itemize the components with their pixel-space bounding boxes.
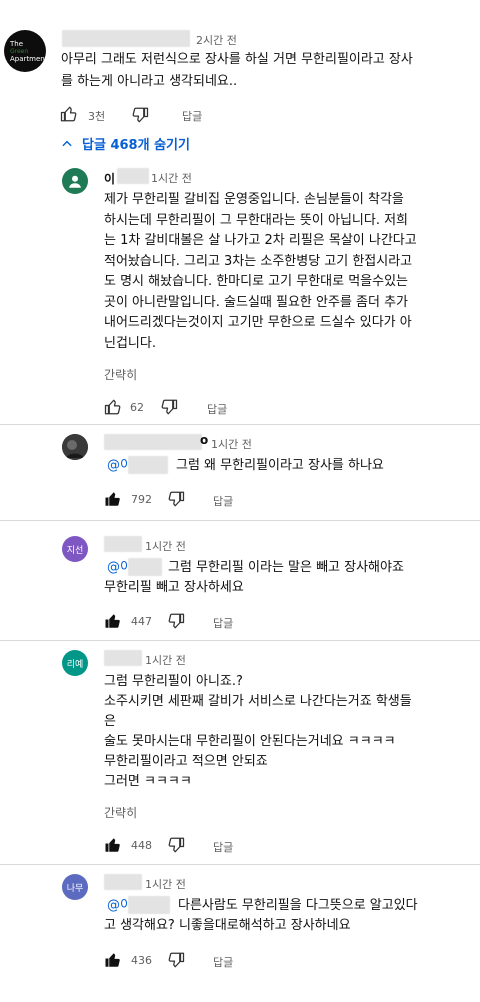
reply-line: 적어놨습니다. 그리고 3차는 소주한병당 고기 한접시라고 bbox=[104, 253, 413, 269]
toggle-replies-label: 답글 468개 숨기기 bbox=[82, 138, 190, 153]
reply-button[interactable]: 답글 bbox=[213, 493, 233, 509]
reply-button[interactable]: 답글 bbox=[213, 615, 233, 631]
like-count: 447 bbox=[131, 615, 152, 628]
reply-line: 그럼 왜 무한리필이라고 장사를 하나요 bbox=[176, 458, 384, 473]
author-name-redacted[interactable] bbox=[104, 650, 142, 666]
author-name-redacted bbox=[117, 168, 149, 184]
reply-time[interactable]: 1시간 전 bbox=[145, 538, 186, 554]
thumbs-down-icon bbox=[168, 491, 185, 507]
reply-line: 닌겁니다. bbox=[104, 335, 156, 351]
avatar-logo-text: Apartment bbox=[10, 54, 46, 63]
reply-line: 곳이 아니란말입니다. 술드실때 필요한 안주를 좀더 추가 bbox=[104, 294, 409, 310]
reply-time[interactable]: 1시간 전 bbox=[211, 436, 252, 452]
reply-line: 다른사람도 무한리필을 다그뜻으로 알고있다 bbox=[178, 898, 418, 913]
thumbs-up-icon bbox=[105, 838, 120, 852]
comment-line: 를 하는게 아니라고 생각되네요.. bbox=[61, 74, 238, 89]
like-count: 448 bbox=[131, 839, 152, 852]
reply-line: 는 1차 갈비대볼은 살 나가고 2차 리필은 목살이 나간다고 bbox=[104, 233, 417, 248]
avatar-initials: 지선 bbox=[66, 545, 84, 556]
author-name-redacted[interactable] bbox=[104, 536, 142, 552]
reply-line: 하시는데 무한리필이 그 무한대라는 뜻이 아닙니다. 저희 bbox=[104, 212, 409, 228]
reply-line: 그러면 ㅋㅋㅋㅋ bbox=[104, 774, 192, 789]
dislike-button[interactable] bbox=[131, 106, 149, 124]
reply-time[interactable]: 1시간 전 bbox=[145, 652, 186, 668]
like-button[interactable] bbox=[60, 105, 78, 123]
thumbs-up-icon bbox=[105, 492, 120, 506]
like-count: 62 bbox=[130, 401, 144, 414]
avatar-logo-text: The bbox=[10, 39, 24, 48]
thumbs-down-icon bbox=[168, 837, 185, 853]
reply-avatar[interactable] bbox=[62, 168, 88, 194]
reply-line: 그럼 무한리필이 아니죠.? bbox=[104, 674, 243, 689]
like-count: 3천 bbox=[88, 110, 106, 123]
author-name-redacted[interactable] bbox=[104, 874, 142, 890]
reply-line: 도 명시 해놨습니다. 한마디로 고기 무한대로 먹을수있는 bbox=[104, 274, 409, 289]
mention-redacted bbox=[128, 896, 170, 914]
thumbs-up-icon bbox=[104, 399, 121, 415]
person-icon bbox=[69, 175, 81, 188]
dislike-button[interactable] bbox=[167, 490, 185, 508]
like-button[interactable] bbox=[104, 398, 122, 416]
divider bbox=[0, 864, 480, 865]
reply-avatar[interactable]: 리예 bbox=[62, 650, 88, 676]
reply-avatar[interactable]: 나무 bbox=[62, 874, 88, 900]
photo-avatar-icon bbox=[62, 434, 88, 460]
comment-time[interactable]: 2시간 전 bbox=[196, 32, 237, 48]
divider bbox=[0, 640, 480, 641]
reply-button[interactable]: 답글 bbox=[213, 839, 233, 855]
dislike-button[interactable] bbox=[167, 836, 185, 854]
toggle-replies-button[interactable]: 답글 468개 숨기기 bbox=[60, 134, 190, 153]
dislike-button[interactable] bbox=[167, 612, 185, 630]
author-name-redacted[interactable] bbox=[104, 434, 202, 450]
chevron-up-icon bbox=[62, 140, 72, 146]
reply-line: 무한리필이라고 적으면 안되죠 bbox=[104, 754, 268, 769]
comment-line: 아무리 그래도 저런식으로 장사를 하실 거면 무한리필이라고 장사 bbox=[61, 52, 413, 67]
thumbs-down-icon bbox=[168, 613, 185, 629]
author-name-redacted[interactable] bbox=[62, 30, 190, 47]
like-button[interactable] bbox=[104, 951, 122, 969]
reply-button[interactable]: 답글 bbox=[182, 108, 202, 124]
like-count: 436 bbox=[131, 954, 152, 967]
avatar-logo-text: Green bbox=[10, 47, 29, 55]
reply-avatar[interactable]: 지선 bbox=[62, 536, 88, 562]
reply-line: 은 bbox=[104, 714, 116, 729]
thumbs-down-icon bbox=[168, 952, 185, 968]
reply-line: 그럼 무한리필 이라는 말은 빼고 장사해야죠 bbox=[168, 560, 404, 575]
thumbs-down-icon bbox=[132, 107, 149, 123]
top-comment-avatar[interactable]: The Green Apartment bbox=[4, 30, 46, 72]
like-button[interactable] bbox=[104, 836, 122, 854]
mention-redacted bbox=[128, 456, 168, 474]
thumbs-down-icon bbox=[161, 399, 178, 415]
mention-redacted bbox=[128, 558, 162, 576]
reply-line: 소주시키면 세판째 갈비가 서비스로 나간다는거죠 학생들 bbox=[104, 694, 412, 709]
thumbs-up-icon bbox=[60, 106, 77, 122]
thumbs-up-icon bbox=[105, 953, 120, 967]
thumbs-up-icon bbox=[105, 614, 120, 628]
like-button[interactable] bbox=[104, 612, 122, 630]
reply-author[interactable]: 이 bbox=[104, 170, 115, 187]
reply-button[interactable]: 답글 bbox=[207, 401, 227, 417]
dislike-button[interactable] bbox=[160, 398, 178, 416]
divider bbox=[0, 520, 480, 521]
avatar-initials: 리예 bbox=[66, 659, 84, 670]
collapse-button[interactable]: 간략히 bbox=[104, 804, 137, 821]
avatar-initials: 나무 bbox=[66, 883, 84, 894]
reply-time[interactable]: 1시간 전 bbox=[145, 876, 186, 892]
reply-time[interactable]: 1시간 전 bbox=[151, 170, 192, 186]
reply-line: 고 생각해요? 니좋을대로해석하고 장사하네요 bbox=[104, 918, 351, 933]
reply-line: 무한리필 빼고 장사하세요 bbox=[104, 580, 244, 595]
reply-button[interactable]: 답글 bbox=[213, 954, 233, 970]
divider bbox=[0, 424, 480, 425]
collapse-button[interactable]: 간략히 bbox=[104, 366, 137, 383]
reply-line: 내어드리겠다는것이지 고기만 무한으로 드실수 있다가 아 bbox=[104, 315, 412, 330]
reply-avatar[interactable] bbox=[62, 434, 88, 460]
reply-author[interactable]: o bbox=[200, 433, 208, 447]
dislike-button[interactable] bbox=[167, 951, 185, 969]
reply-line: 술도 못마시는대 무한리필이 안된다는거네요 ㅋㅋㅋㅋ bbox=[104, 734, 396, 749]
reply-line: 제가 무한리필 갈비집 운영중입니다. 손님분들이 착각을 bbox=[104, 192, 404, 207]
like-button[interactable] bbox=[104, 490, 122, 508]
like-count: 792 bbox=[131, 493, 152, 506]
